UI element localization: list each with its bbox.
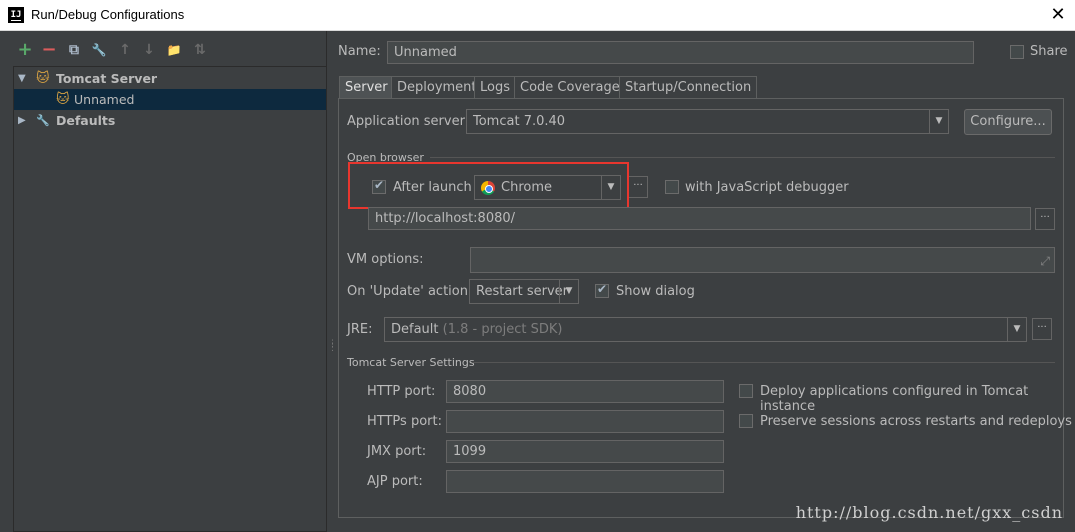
share-checkbox[interactable] (1010, 45, 1024, 59)
remove-icon[interactable]: − (40, 41, 58, 59)
tab-startup-connection[interactable]: Startup/Connection (619, 76, 758, 98)
splitter-grip-icon[interactable]: ⋮ ⋮ (328, 340, 337, 353)
tab-logs[interactable]: Logs (474, 76, 516, 98)
tomcat-icon: 🐱 (36, 71, 50, 86)
name-input[interactable]: Unnamed (387, 41, 974, 64)
https-port-label: HTTPs port: (367, 414, 442, 429)
copy-icon[interactable]: ⧉ (65, 41, 83, 59)
jre-hint: (1.8 - project SDK) (442, 322, 563, 337)
preserve-sessions-checkbox[interactable] (739, 414, 753, 428)
jre-options-button[interactable]: ··· (1032, 318, 1052, 340)
on-update-label: On 'Update' action: (347, 284, 473, 299)
jmx-port-input[interactable]: 1099 (446, 440, 724, 463)
https-port-input[interactable] (446, 410, 724, 433)
add-icon[interactable]: + (16, 41, 34, 59)
folder-icon[interactable]: 📁 (165, 41, 183, 59)
tomcat-settings-title: Tomcat Server Settings (347, 356, 475, 369)
wrench-icon[interactable]: 🔧 (90, 41, 108, 59)
config-tree: ▼ 🐱 Tomcat Server 🐱 Unnamed ▶ 🔧 Defaults (13, 66, 326, 532)
app-server-value: Tomcat 7.0.40 (473, 114, 566, 129)
section-divider (430, 157, 1055, 158)
app-server-label: Application server: (347, 114, 470, 129)
panel-splitter[interactable] (326, 31, 334, 532)
section-divider (472, 362, 1055, 363)
app-server-select[interactable]: Tomcat 7.0.40 ▼ (466, 109, 949, 134)
on-update-select[interactable]: Restart server ▼ (469, 279, 579, 304)
url-options-button[interactable]: ··· (1035, 208, 1055, 230)
collapse-arrow-icon[interactable]: ▼ (18, 68, 26, 89)
vm-options-input[interactable]: ⤢ (470, 247, 1055, 273)
vm-options-label: VM options: (347, 252, 424, 267)
tree-item-unnamed[interactable]: 🐱 Unnamed (14, 89, 326, 110)
show-dialog-label: Show dialog (616, 284, 695, 299)
app-icon-text: IJ (10, 10, 22, 21)
intellij-app-icon: IJ (8, 7, 24, 23)
tab-deployment[interactable]: Deployment (391, 76, 483, 98)
move-down-icon[interactable]: ↓ (140, 41, 158, 59)
tab-server[interactable]: Server (339, 76, 394, 98)
tree-item-label: Unnamed (74, 92, 135, 107)
name-label: Name: (338, 44, 381, 59)
jre-value: Default (391, 322, 439, 337)
tomcat-icon: 🐱 (56, 92, 70, 107)
share-label: Share (1030, 44, 1068, 59)
jre-label: JRE: (347, 322, 373, 337)
config-toolbar: + − ⧉ 🔧 ↑ ↓ 📁 ⇅ (0, 31, 326, 67)
jmx-port-label: JMX port: (367, 444, 427, 459)
chevron-down-icon: ▼ (929, 110, 948, 133)
tree-item-label: Tomcat Server (56, 71, 158, 86)
move-up-icon[interactable]: ↑ (116, 41, 134, 59)
browser-options-button[interactable]: ··· (628, 176, 648, 198)
watermark: http://blog.csdn.net/gxx_csdn (795, 503, 1063, 522)
http-port-label: HTTP port: (367, 384, 436, 399)
tree-item-label: Defaults (56, 113, 116, 128)
defaults-wrench-icon: 🔧 (36, 114, 50, 127)
tree-item-defaults[interactable]: ▶ 🔧 Defaults (14, 110, 326, 131)
show-dialog-checkbox[interactable] (595, 282, 609, 298)
window-title: Run/Debug Configurations (31, 7, 185, 22)
sort-icon[interactable]: ⇅ (191, 41, 209, 59)
left-panel: + − ⧉ 🔧 ↑ ↓ 📁 ⇅ ▼ 🐱 Tomcat Server 🐱 Unna… (0, 31, 326, 532)
jre-select[interactable]: Default (1.8 - project SDK) ▼ (384, 317, 1027, 342)
js-debugger-label: with JavaScript debugger (685, 180, 849, 195)
http-port-input[interactable]: 8080 (446, 380, 724, 403)
close-icon[interactable]: ✕ (1047, 4, 1069, 26)
on-update-value: Restart server (476, 284, 569, 299)
expand-arrow-icon[interactable]: ▶ (18, 110, 26, 131)
ajp-port-label: AJP port: (367, 474, 423, 489)
deploy-apps-checkbox[interactable] (739, 384, 753, 398)
preserve-sessions-label: Preserve sessions across restarts and re… (760, 414, 1072, 429)
tab-code-coverage[interactable]: Code Coverage (514, 76, 626, 98)
configure-button[interactable]: Configure... (964, 109, 1052, 135)
js-debugger-checkbox[interactable] (665, 180, 679, 194)
deploy-apps-label: Deploy applications configured in Tomcat… (760, 384, 1029, 414)
chevron-down-icon: ▼ (1007, 318, 1026, 341)
highlight-box (348, 162, 629, 209)
tree-item-tomcat-server[interactable]: ▼ 🐱 Tomcat Server (14, 68, 326, 89)
expand-icon[interactable]: ⤢ (1040, 251, 1050, 272)
title-bar: IJ Run/Debug Configurations ✕ (0, 0, 1075, 31)
url-input[interactable]: http://localhost:8080/ (368, 207, 1031, 230)
ajp-port-input[interactable] (446, 470, 724, 493)
chevron-down-icon: ▼ (559, 280, 578, 303)
